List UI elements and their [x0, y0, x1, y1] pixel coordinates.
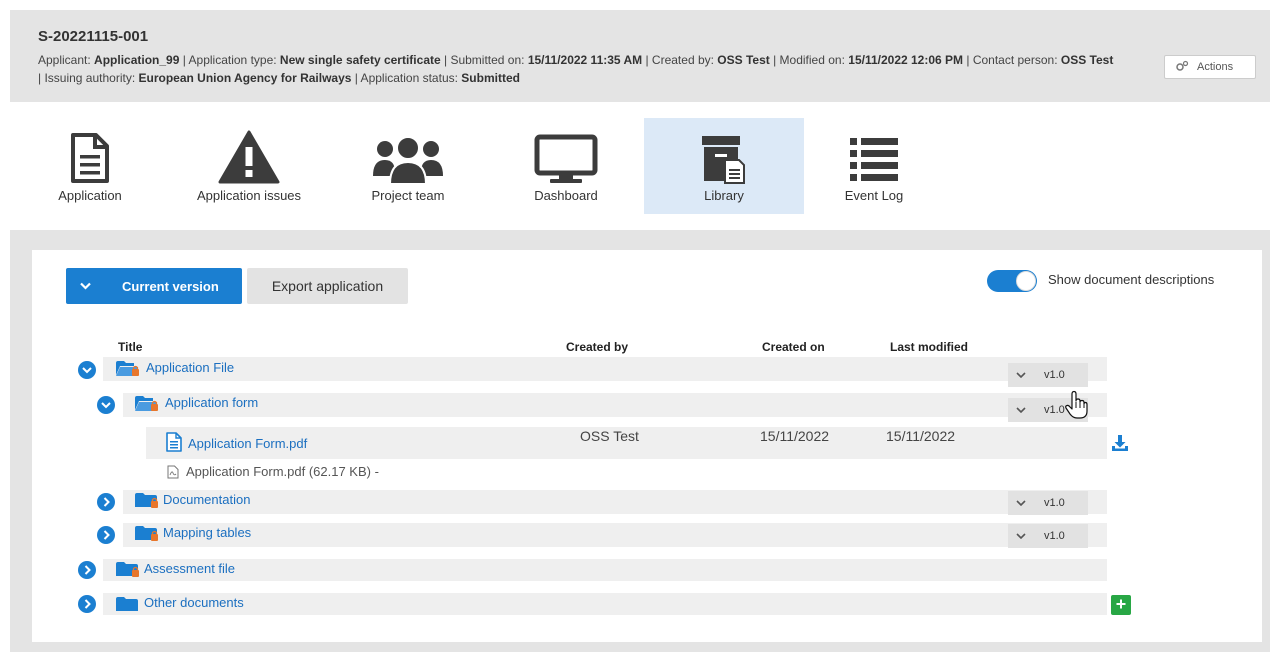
nav-project-team-label: Project team	[371, 188, 445, 203]
collapse-icon[interactable]	[78, 361, 96, 379]
folder-open-locked-icon	[116, 360, 139, 376]
created-by-value: OSS Test	[717, 53, 770, 67]
version-select-application-file[interactable]: v1.0	[1008, 363, 1088, 387]
current-version-button[interactable]: Current version	[66, 268, 242, 304]
folder-locked-icon	[116, 561, 139, 577]
toggle-knob	[1016, 271, 1036, 291]
version-select-mapping-tables[interactable]: v1.0	[1008, 524, 1088, 548]
add-document-button[interactable]	[1111, 595, 1131, 615]
users-icon	[371, 118, 445, 184]
application-file-link[interactable]: Application File	[146, 360, 234, 375]
version-label: v1.0	[1044, 404, 1065, 416]
application-type-value: New single safety certificate	[279, 53, 441, 67]
nav-project-team[interactable]: Project team	[358, 118, 458, 214]
expand-icon[interactable]	[97, 493, 115, 511]
version-label: v1.0	[1044, 497, 1065, 509]
form-pdf-last-modified: 15/11/2022	[886, 428, 956, 444]
col-last-modified: Last modified	[890, 340, 969, 354]
table-row-mapping-tables	[123, 523, 1107, 547]
pdf-file-icon	[167, 465, 179, 484]
application-status-value: Submitted	[461, 71, 520, 85]
other-documents-link[interactable]: Other documents	[144, 595, 244, 610]
col-title: Title	[118, 340, 143, 354]
gears-icon	[1175, 60, 1189, 75]
download-icon[interactable]	[1111, 434, 1129, 457]
col-created-on: Created on	[762, 340, 825, 354]
table-row-assessment-file	[103, 559, 1107, 581]
version-label: v1.0	[1044, 369, 1065, 381]
documentation-link[interactable]: Documentation	[163, 492, 250, 507]
expand-icon[interactable]	[78, 595, 96, 613]
nav-application-label: Application	[58, 188, 122, 203]
submitted-on-value: 15/11/2022 11:35 AM	[527, 53, 643, 67]
form-pdf-created-on: 15/11/2022	[760, 428, 830, 444]
version-label: v1.0	[1044, 530, 1065, 542]
mapping-tables-link[interactable]: Mapping tables	[163, 525, 251, 540]
application-form-link[interactable]: Application form	[165, 395, 258, 410]
nav-application-issues[interactable]: Application issues	[182, 118, 316, 214]
nav-dashboard[interactable]: Dashboard	[518, 118, 614, 214]
folder-locked-icon	[135, 492, 158, 508]
file-text-icon	[166, 432, 182, 457]
export-application-button[interactable]: Export application	[247, 268, 408, 304]
chevron-down-icon	[1008, 498, 1034, 509]
table-row-application-form	[123, 393, 1107, 417]
actions-label: Actions	[1197, 61, 1234, 73]
hand-cursor-icon	[1064, 390, 1088, 425]
nav-library-label: Library	[704, 188, 744, 203]
chevron-down-icon	[1008, 405, 1034, 416]
folder-icon	[116, 596, 138, 612]
show-descriptions-label: Show document descriptions	[1048, 272, 1215, 287]
list-icon	[850, 118, 898, 184]
form-pdf-created-by: OSS Test	[580, 428, 639, 444]
chevron-down-icon	[1008, 531, 1034, 542]
issuing-authority-value: European Union Agency for Railways	[138, 71, 352, 85]
monitor-icon	[534, 118, 598, 184]
plus-icon	[1116, 596, 1126, 614]
expand-icon[interactable]	[78, 561, 96, 579]
document-icon	[70, 118, 110, 184]
show-descriptions-toggle[interactable]	[987, 270, 1037, 292]
case-header: S-20221115-001 Applicant: Application_99…	[10, 10, 1270, 102]
nav-application[interactable]: Application	[48, 118, 132, 214]
archive-icon	[701, 118, 747, 184]
collapse-icon[interactable]	[97, 396, 115, 414]
form-pdf-attachment[interactable]: Application Form.pdf (62.17 KB) -	[186, 464, 379, 479]
folder-open-locked-icon	[135, 395, 158, 411]
case-id: S-20221115-001	[38, 28, 149, 45]
nav-library[interactable]: Library	[644, 118, 804, 214]
nav-event-log[interactable]: Event Log	[834, 118, 914, 214]
modified-on-value: 15/11/2022 12:06 PM	[848, 53, 964, 67]
applicant-value: Application_99	[94, 53, 180, 67]
table-row-other-documents	[103, 593, 1107, 615]
expand-icon[interactable]	[97, 526, 115, 544]
nav-dashboard-label: Dashboard	[534, 188, 598, 203]
col-created-by: Created by	[566, 340, 629, 354]
chevron-down-icon	[1008, 370, 1034, 381]
chevron-down-icon	[66, 279, 104, 293]
contact-person-value: OSS Test	[1060, 53, 1114, 67]
nav-event-log-label: Event Log	[844, 188, 904, 203]
folder-locked-icon	[135, 525, 158, 541]
nav-application-issues-label: Application issues	[196, 188, 302, 203]
warning-icon	[218, 118, 280, 184]
version-select-documentation[interactable]: v1.0	[1008, 491, 1088, 515]
table-row-documentation	[123, 490, 1107, 514]
current-version-label: Current version	[122, 278, 219, 294]
assessment-file-link[interactable]: Assessment file	[144, 561, 235, 576]
table-row-application-file	[103, 357, 1107, 381]
form-pdf-link[interactable]: Application Form.pdf	[188, 436, 307, 451]
case-meta: Applicant: Application_99 | Application …	[38, 53, 1114, 85]
actions-button[interactable]: Actions	[1164, 55, 1256, 79]
